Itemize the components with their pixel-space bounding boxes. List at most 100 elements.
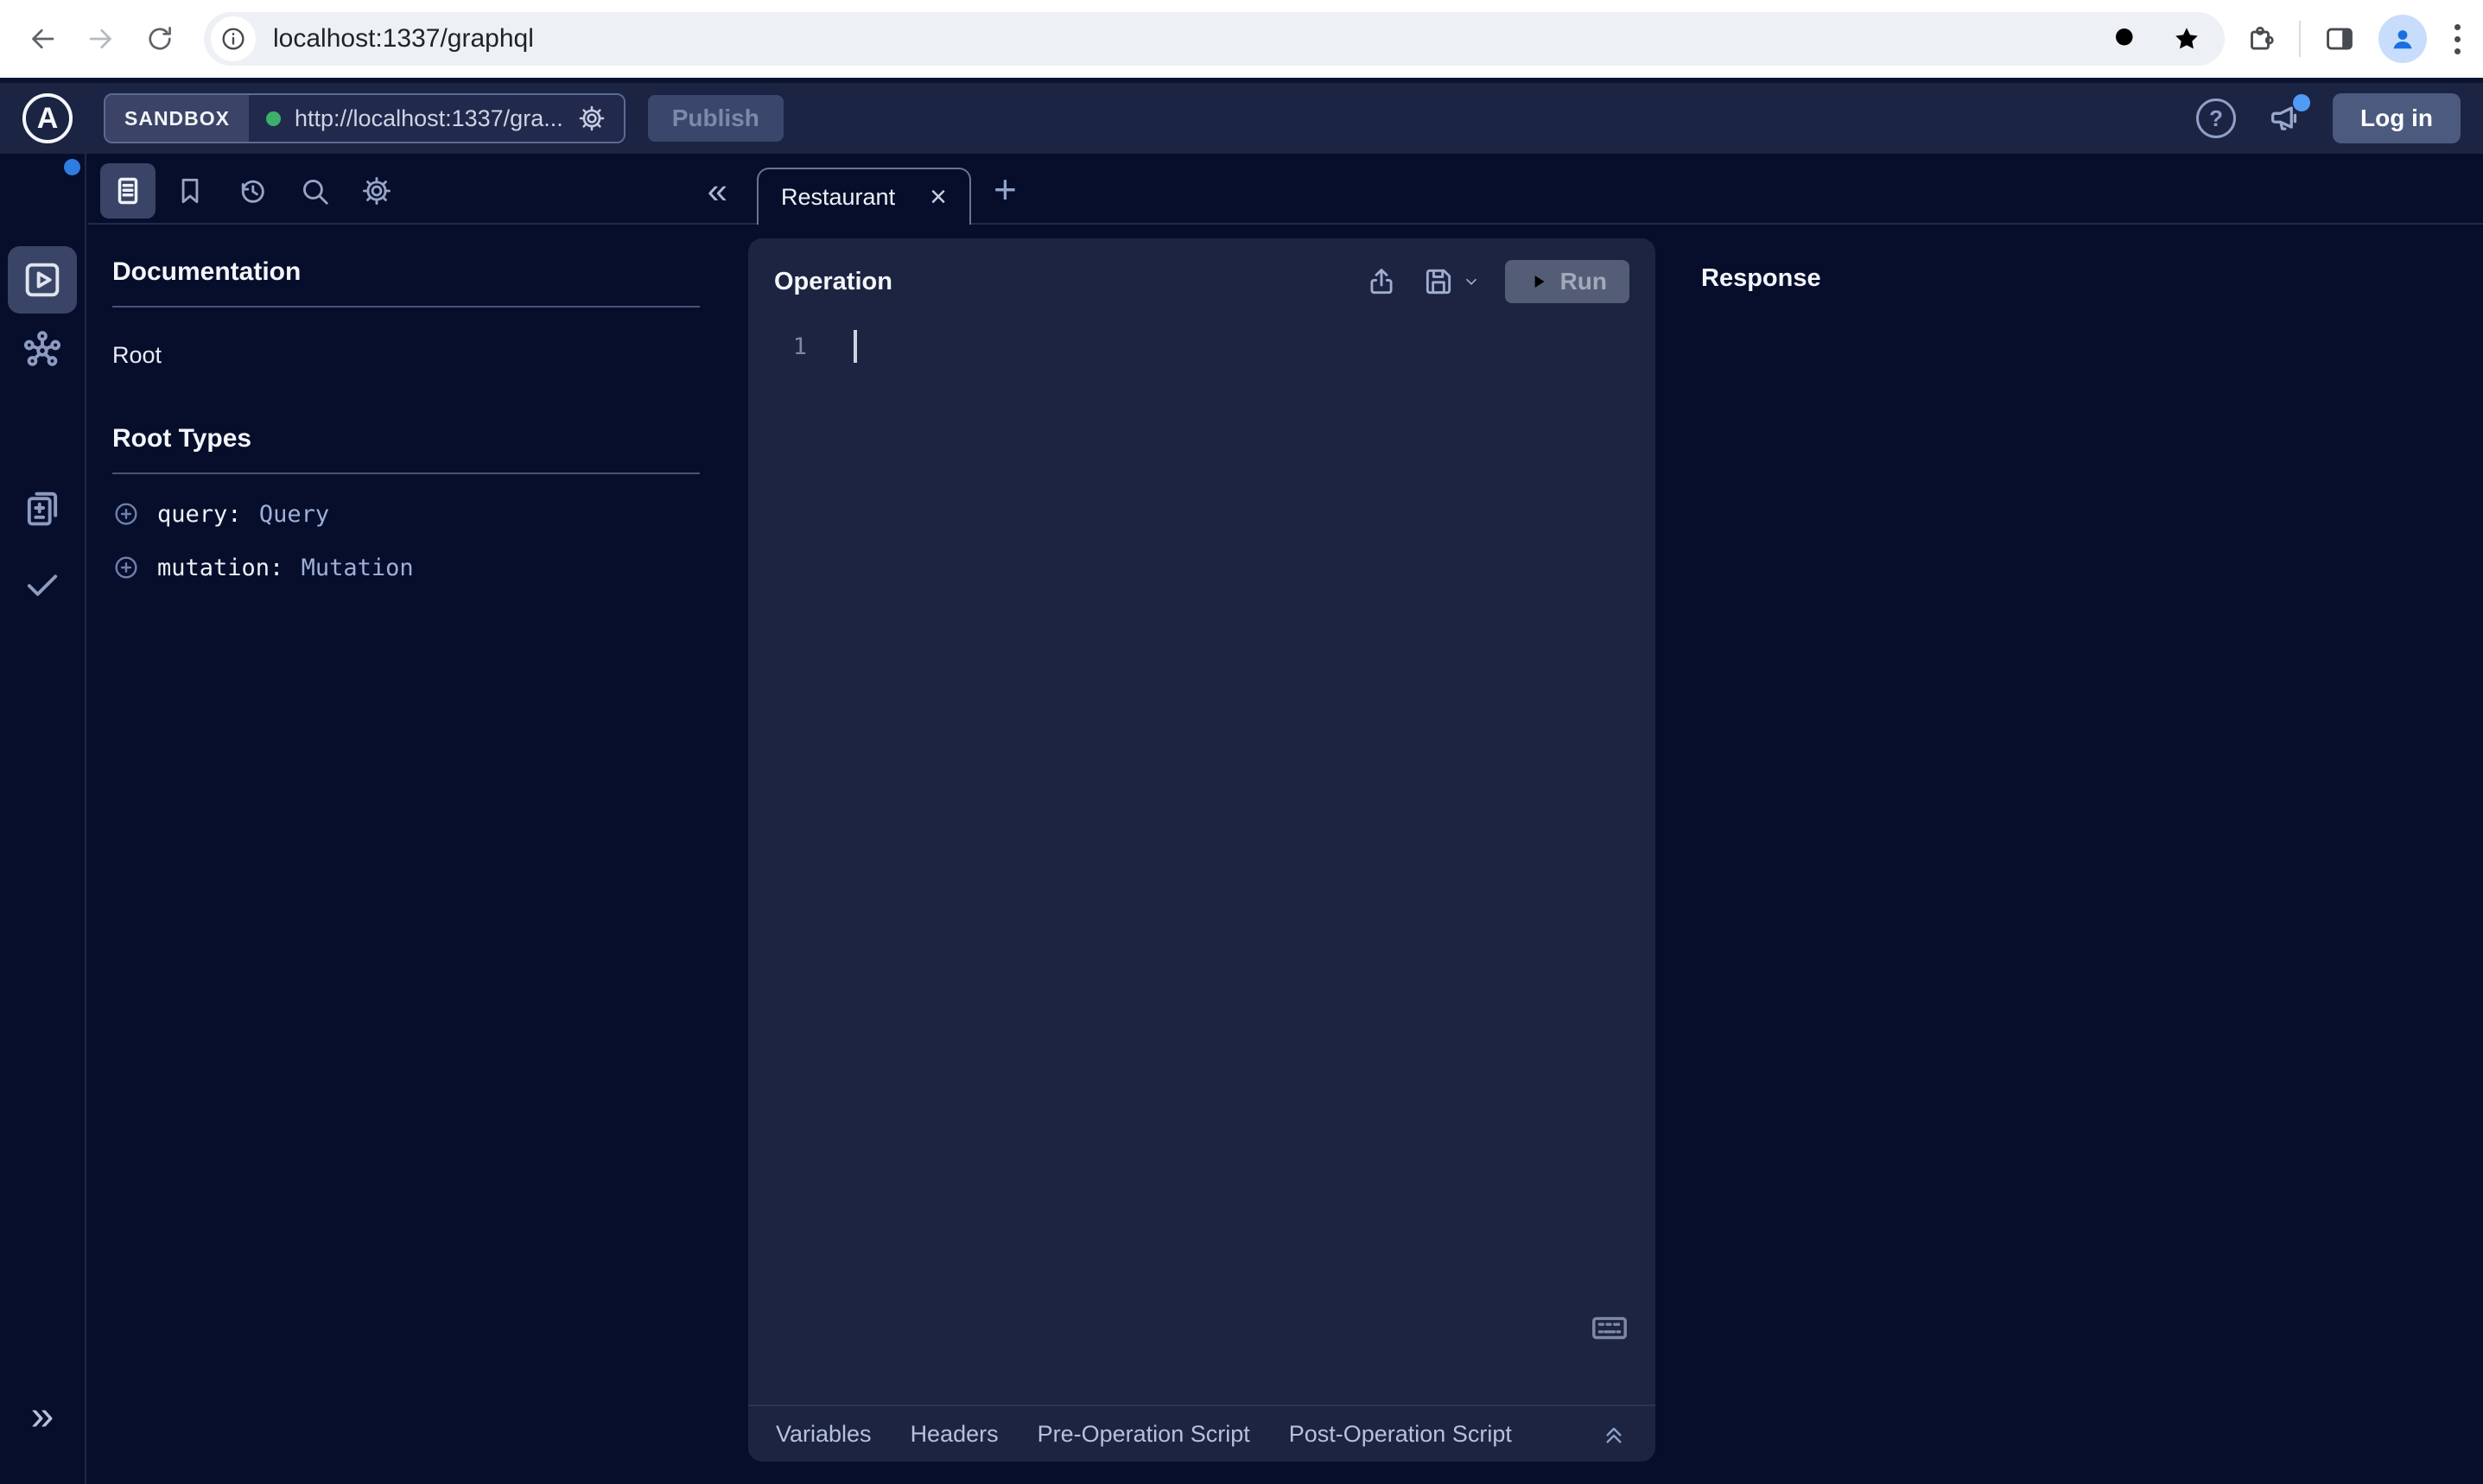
tab-saved-operations[interactable] [162,163,218,219]
rail-item-checks[interactable] [20,561,65,606]
tab-settings[interactable] [349,163,404,219]
operation-editor[interactable]: 1 [748,330,1655,363]
run-label: Run [1560,268,1607,295]
checkmark-icon [20,561,65,606]
reload-button[interactable] [135,14,185,64]
share-icon[interactable] [1365,265,1398,298]
tab-label: Restaurant [781,184,930,211]
docs-title: Documentation [112,257,700,287]
collapse-sidebar-button[interactable]: « [699,173,736,209]
back-button[interactable] [17,14,67,64]
site-info-button[interactable] [211,16,256,61]
plus-circle-icon[interactable] [112,500,140,528]
documentation-icon [111,174,144,207]
explorer-play-icon [20,257,65,302]
docs-divider [112,306,700,308]
tabstrip-border [88,223,2483,225]
endpoint-url[interactable]: http://localhost:1337/gra... [295,105,563,132]
line-number: 1 [748,333,821,360]
rail-item-graph[interactable] [20,328,65,373]
url-text[interactable]: localhost:1337/graphql [273,24,2085,54]
diff-pages-icon [20,485,65,530]
zoom-out-icon[interactable] [2107,20,2145,58]
double-chevron-left-icon: « [708,170,727,211]
toolbar-right-actions: ? Log in [2196,93,2461,143]
root-types-title: Root Types [112,424,700,453]
keyboard-icon [1590,1308,1629,1348]
back-arrow-icon [27,23,58,54]
extensions-icon[interactable] [2244,22,2277,55]
chrome-separator [2299,21,2301,57]
forward-arrow-icon [86,23,117,54]
chevron-down-icon[interactable] [1462,272,1481,291]
operation-actions: Run [1365,260,1629,303]
sandbox-badge: SANDBOX [105,95,249,142]
help-button[interactable]: ? [2196,98,2236,138]
bookmark-icon [174,174,206,207]
footer-tab-variables[interactable]: Variables [776,1421,872,1448]
footer-tab-post-operation-script[interactable]: Post-Operation Script [1289,1421,1512,1448]
browser-menu-icon[interactable] [2449,19,2466,60]
tab-search[interactable] [287,163,342,219]
mutation-type-link[interactable]: Mutation [302,555,414,581]
apollo-toolbar: A SANDBOX http://localhost:1337/gra... P… [0,83,2483,154]
field-label: mutation: Mutation [157,555,414,581]
docs-root-link[interactable]: Root [112,342,700,369]
query-field-name: query: [157,501,242,528]
browser-chrome: localhost:1337/graphql [0,0,2483,78]
new-tab-button[interactable]: + [994,169,1017,209]
endpoint-field[interactable]: http://localhost:1337/gra... [249,95,624,142]
sandbox-endpoint-control: SANDBOX http://localhost:1337/gra... [104,93,626,143]
keyboard-shortcuts-button[interactable] [1590,1308,1629,1348]
expand-footer-button[interactable] [1600,1420,1628,1448]
info-icon [219,25,247,53]
publish-button[interactable]: Publish [648,95,784,142]
gear-icon [360,174,393,207]
run-button[interactable]: Run [1505,260,1629,303]
save-button[interactable] [1422,265,1481,298]
query-type-link[interactable]: Query [259,501,329,528]
help-icon: ? [2209,105,2223,132]
side-panel-icon[interactable] [2323,22,2356,55]
double-chevron-right-icon: » [31,1393,54,1439]
rail-item-changelog[interactable] [20,485,65,530]
address-bar[interactable]: localhost:1337/graphql [204,12,2225,66]
chrome-actions [2244,15,2466,63]
search-icon [298,174,331,207]
operation-header: Operation Run [748,238,1655,325]
rail-item-explorer-selected[interactable] [8,246,77,314]
operation-tab-restaurant[interactable]: Restaurant × [757,168,971,225]
graph-icon [20,328,65,373]
root-type-row-query: query: Query [112,500,700,528]
save-floppy-icon [1422,265,1455,298]
field-label: query: Query [157,501,329,528]
tab-history[interactable] [225,163,280,219]
response-title: Response [1701,264,1821,292]
login-button[interactable]: Log in [2333,93,2461,143]
bookmark-star-icon[interactable] [2168,20,2206,58]
documentation-panel: Documentation Root Root Types query: Que… [88,223,748,581]
connection-settings-gear-icon[interactable] [577,104,606,133]
announcements-button[interactable] [2265,99,2303,137]
expand-rail-button[interactable]: » [31,1396,54,1437]
plus-icon: + [994,167,1017,212]
history-clock-icon [236,174,269,207]
root-type-row-mutation: mutation: Mutation [112,554,700,581]
text-caret [854,330,857,363]
mutation-field-name: mutation: [157,555,283,581]
connection-status-dot [266,111,281,126]
footer-tab-pre-operation-script[interactable]: Pre-Operation Script [1038,1421,1250,1448]
plus-circle-icon[interactable] [112,554,140,581]
footer-tab-headers[interactable]: Headers [911,1421,999,1448]
rail-notification-dot [64,159,80,175]
reload-icon [144,23,175,54]
operation-footer: Variables Headers Pre-Operation Script P… [748,1405,1655,1462]
profile-avatar[interactable] [2378,15,2427,63]
sidebar-toolbar: « [88,154,748,223]
operation-panel: Operation Run [748,238,1655,1462]
tab-documentation[interactable] [100,163,156,219]
apollo-logo[interactable]: A [22,93,73,143]
forward-button[interactable] [76,14,126,64]
operation-title: Operation [774,268,892,296]
close-tab-icon[interactable]: × [930,182,947,212]
